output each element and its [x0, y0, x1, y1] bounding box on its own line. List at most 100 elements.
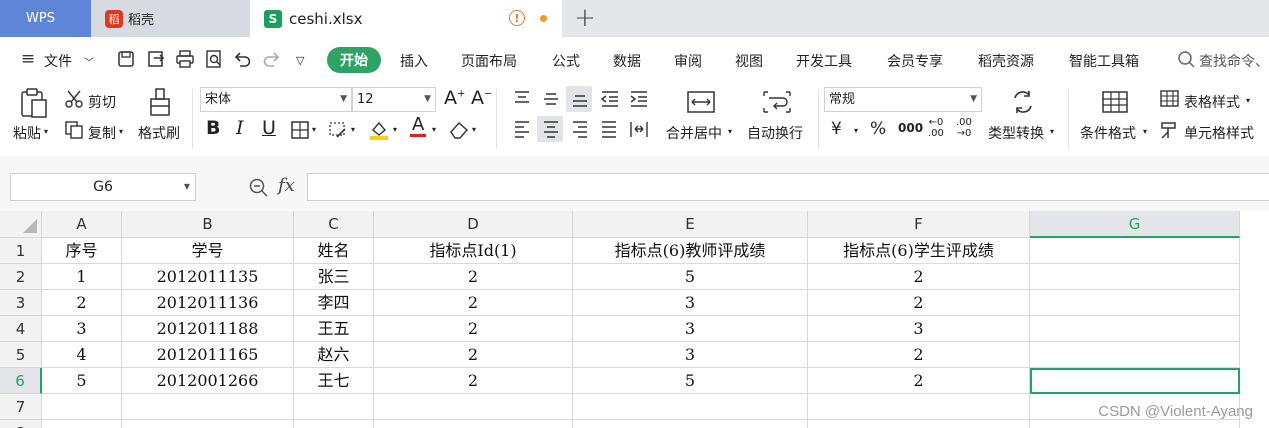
cell-c5[interactable]: 赵六 [294, 342, 374, 368]
menu-tab-developer[interactable]: 开发工具 [796, 51, 852, 71]
fx-icon[interactable]: fx [278, 175, 295, 196]
font-name-select[interactable]: 宋体 ▼ [200, 87, 352, 112]
column-header-c[interactable]: C [294, 211, 374, 238]
conditional-format-caret-icon[interactable]: ▾ [1143, 127, 1147, 136]
row-header-6[interactable]: 6 [0, 368, 42, 394]
menu-tab-smart-toolbox[interactable]: 智能工具箱 [1069, 51, 1139, 71]
cell-a3[interactable]: 2 [42, 290, 122, 316]
cell-d2[interactable]: 2 [374, 264, 573, 290]
new-tab-plus-icon[interactable]: + [574, 3, 596, 33]
cell-f2[interactable]: 2 [808, 264, 1030, 290]
menu-tab-data[interactable]: 数据 [613, 51, 641, 71]
wrap-text-button[interactable]: 自动换行 [747, 123, 803, 143]
cell-g8[interactable] [1030, 420, 1240, 428]
menu-tab-member[interactable]: 会员专享 [887, 51, 943, 71]
decrease-font-size-icon[interactable]: A− [471, 87, 492, 109]
cell-f6[interactable]: 2 [808, 368, 1030, 394]
menu-tab-daoke-resources[interactable]: 稻壳资源 [978, 51, 1034, 71]
tab-daoke[interactable]: 稻 稻壳 [91, 0, 250, 37]
cell-f3[interactable]: 2 [808, 290, 1030, 316]
fill-color-icon[interactable] [368, 119, 390, 141]
cut-icon[interactable] [64, 89, 84, 109]
cell-b5[interactable]: 2012011165 [122, 342, 294, 368]
cell-f5[interactable]: 2 [808, 342, 1030, 368]
cell-c4[interactable]: 王五 [294, 316, 374, 342]
cell-e2[interactable]: 5 [573, 264, 808, 290]
cell-e4[interactable]: 3 [573, 316, 808, 342]
thousands-separator-icon[interactable]: 000 [898, 121, 923, 135]
cell-f4[interactable]: 3 [808, 316, 1030, 342]
merge-center-caret-icon[interactable]: ▾ [728, 127, 732, 136]
cell-e6[interactable]: 5 [573, 368, 808, 394]
currency-format-icon[interactable]: ¥ [831, 119, 842, 139]
column-header-d[interactable]: D [374, 211, 573, 238]
cell-a4[interactable]: 3 [42, 316, 122, 342]
underline-icon[interactable]: U [262, 117, 276, 139]
cell-c6[interactable]: 王七 [294, 368, 374, 394]
cell-e5[interactable]: 3 [573, 342, 808, 368]
tab-wps-home[interactable]: WPS [0, 0, 91, 37]
format-painter-button[interactable]: 格式刷 [138, 123, 180, 143]
merge-center-icon[interactable] [686, 89, 716, 115]
cut-button[interactable]: 剪切 [88, 92, 116, 112]
cell-b1[interactable]: 学号 [122, 238, 294, 264]
cell-f7[interactable] [808, 394, 1030, 420]
cell-e8[interactable] [573, 420, 808, 428]
cell-d3[interactable]: 2 [374, 290, 573, 316]
decrease-indent-icon[interactable] [599, 89, 621, 109]
menu-tab-view[interactable]: 视图 [735, 51, 763, 71]
copy-icon[interactable] [64, 120, 84, 140]
align-left-icon[interactable] [512, 119, 532, 139]
cell-style-caret-icon[interactable]: ▾ [351, 125, 355, 134]
cell-d5[interactable]: 2 [374, 342, 573, 368]
cell-b7[interactable] [122, 394, 294, 420]
cell-a2[interactable]: 1 [42, 264, 122, 290]
currency-caret-icon[interactable]: ▾ [854, 126, 858, 135]
table-style-icon[interactable] [1159, 89, 1181, 109]
cell-c3[interactable]: 李四 [294, 290, 374, 316]
warning-icon[interactable]: ! [509, 10, 525, 26]
merge-center-button[interactable]: 合并居中 [666, 123, 722, 143]
clear-caret-icon[interactable]: ▾ [472, 125, 476, 134]
conditional-format-icon[interactable] [1101, 89, 1129, 115]
cell-a5[interactable]: 4 [42, 342, 122, 368]
format-painter-icon[interactable] [147, 87, 173, 117]
search-command-input[interactable]: 查找命令、 [1199, 51, 1269, 71]
cell-b2[interactable]: 2012011135 [122, 264, 294, 290]
italic-icon[interactable]: I [236, 117, 244, 139]
cell-d4[interactable]: 2 [374, 316, 573, 342]
cell-c1[interactable]: 姓名 [294, 238, 374, 264]
cell-g4[interactable] [1030, 316, 1240, 342]
column-header-b[interactable]: B [122, 211, 294, 238]
chevron-down-icon[interactable]: ﹀ [84, 54, 94, 69]
cell-d6[interactable]: 2 [374, 368, 573, 394]
decrease-decimal-icon[interactable]: .00 →0 [956, 117, 972, 139]
cell-d1[interactable]: 指标点Id(1) [374, 238, 573, 264]
align-middle-icon[interactable] [541, 89, 561, 109]
column-header-f[interactable]: F [808, 211, 1030, 238]
menu-tab-review[interactable]: 审阅 [674, 51, 702, 71]
zoom-magnifier-icon[interactable] [248, 177, 270, 199]
type-convert-icon[interactable] [1010, 89, 1036, 115]
cell-g2[interactable] [1030, 264, 1240, 290]
cell-g1[interactable] [1030, 238, 1240, 264]
row-header-4[interactable]: 4 [0, 316, 42, 342]
percent-format-icon[interactable]: % [870, 119, 886, 139]
search-icon[interactable] [1176, 49, 1196, 69]
align-right-icon[interactable] [570, 119, 590, 139]
justify-icon[interactable] [599, 119, 619, 139]
export-pdf-icon[interactable] [146, 49, 166, 69]
row-header-7[interactable]: 7 [0, 394, 42, 420]
column-header-g[interactable]: G [1030, 211, 1240, 238]
increase-indent-icon[interactable] [628, 89, 650, 109]
print-icon[interactable] [175, 49, 195, 69]
row-header-5[interactable]: 5 [0, 342, 42, 368]
formula-input[interactable] [307, 173, 1269, 201]
align-top-icon[interactable] [512, 89, 532, 109]
chevron-down-icon[interactable]: ▼ [184, 174, 190, 200]
select-all-corner[interactable] [0, 211, 42, 238]
cell-a6[interactable]: 5 [42, 368, 122, 394]
row-header-1[interactable]: 1 [0, 238, 42, 264]
quick-access-more-icon[interactable]: ▽ [296, 54, 304, 67]
copy-button[interactable]: 复制 [88, 123, 116, 143]
